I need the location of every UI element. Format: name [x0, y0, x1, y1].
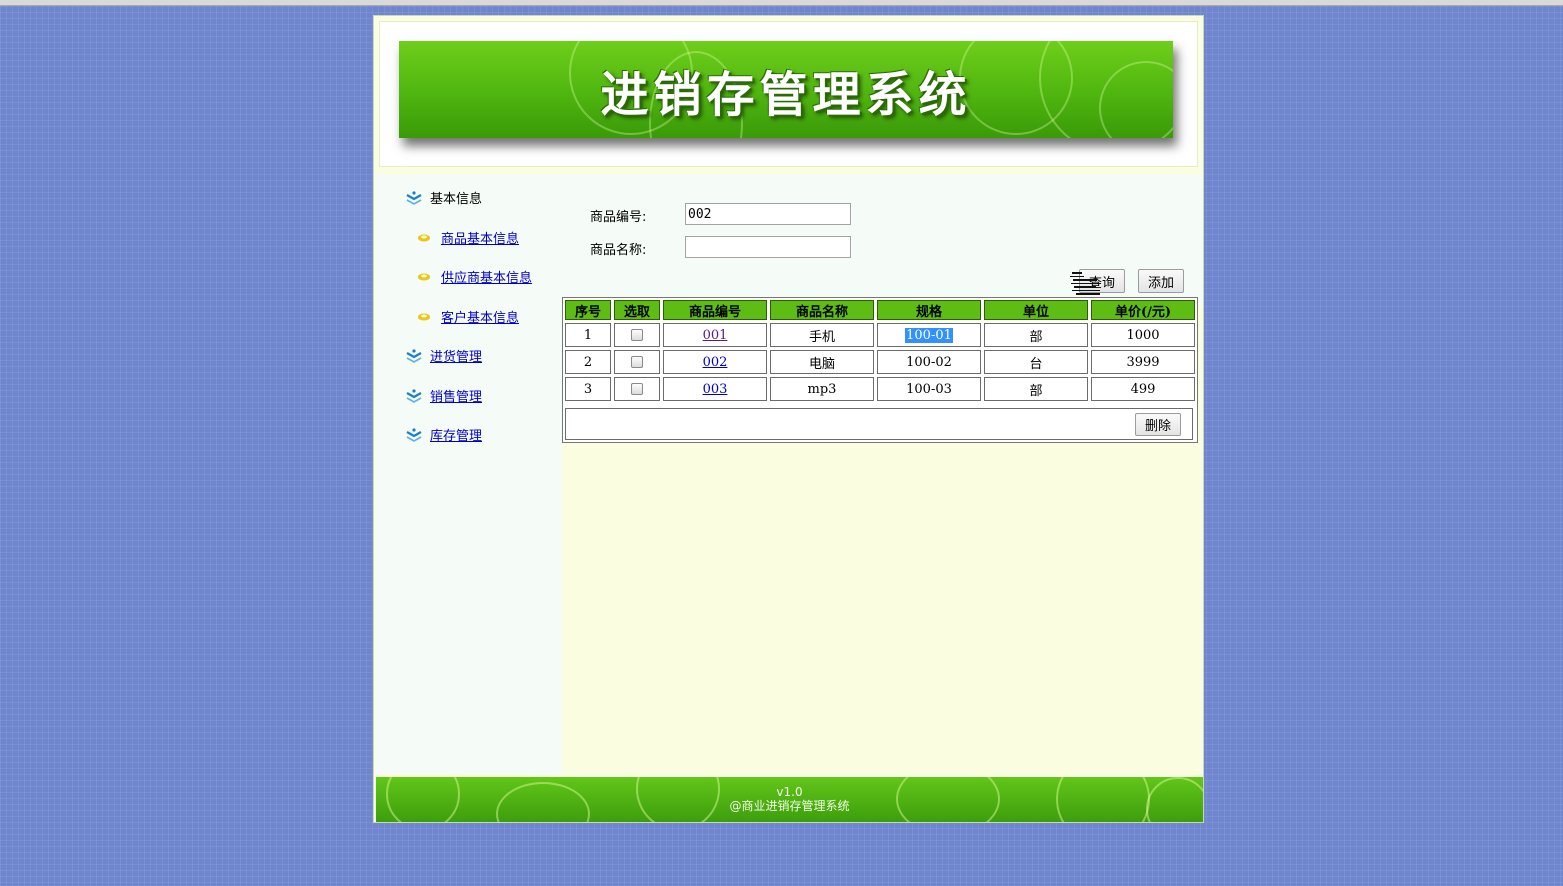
table-cell-select: [614, 350, 660, 374]
app-frame: 进销存管理系统 基本信息 商品基本信息 供应商基本信息 客户基本信息 进货管理: [373, 15, 1204, 823]
sidebar-item-product-info[interactable]: 商品基本信息: [417, 228, 519, 247]
sidebar-item-inventory[interactable]: 库存管理: [406, 425, 482, 444]
column-header-spec: 规格: [877, 300, 981, 320]
sidebar-section-basic: 基本信息: [406, 188, 482, 207]
sidebar-item-purchase-label[interactable]: 进货管理: [430, 346, 482, 365]
column-header-code: 商品编号: [663, 300, 767, 320]
table-cell-spec: 100-03: [877, 377, 981, 401]
column-header-unit: 单位: [984, 300, 1088, 320]
double-arrow-icon: [406, 190, 422, 205]
row-checkbox[interactable]: [631, 356, 643, 368]
product-name-input[interactable]: [685, 236, 851, 258]
product-code-input[interactable]: [685, 203, 851, 225]
footer-version: v1.0: [776, 785, 803, 799]
table-cell-unit: 台: [984, 350, 1088, 374]
delete-button[interactable]: 删除: [1135, 413, 1181, 436]
footer: v1.0 @商业进销存管理系统: [376, 777, 1203, 822]
banner: 进销存管理系统: [399, 41, 1173, 138]
product-code-link[interactable]: 001: [703, 328, 728, 343]
sidebar-item-inventory-label[interactable]: 库存管理: [430, 425, 482, 444]
sidebar-item-purchase[interactable]: 进货管理: [406, 346, 482, 365]
bullet-icon: [418, 234, 430, 241]
product-code-link[interactable]: 003: [703, 382, 728, 397]
table-cell-price: 499: [1091, 377, 1195, 401]
table-cell-index: 2: [565, 350, 611, 374]
sidebar-item-sales-label[interactable]: 销售管理: [430, 386, 482, 405]
table-cell-name: 电脑: [770, 350, 874, 374]
footer-copyright: @商业进销存管理系统: [729, 799, 850, 813]
row-checkbox[interactable]: [631, 329, 643, 341]
product-name-label: 商品名称:: [590, 243, 647, 258]
sidebar-section-basic-label: 基本信息: [430, 192, 483, 207]
browser-top-edge: [0, 0, 1563, 6]
banner-title: 进销存管理系统: [600, 66, 972, 123]
table-cell-select: [614, 377, 660, 401]
table-cell-unit: 部: [984, 323, 1088, 347]
selected-text: 100-01: [905, 327, 953, 343]
table-cell-index: 1: [565, 323, 611, 347]
table-cell-price: 3999: [1091, 350, 1195, 374]
table-cell-code: 003: [663, 377, 767, 401]
table-cell-name: 手机: [770, 323, 874, 347]
product-code-link[interactable]: 002: [703, 355, 728, 370]
bullet-icon: [418, 273, 430, 280]
table-cell-code: 001: [663, 323, 767, 347]
table-cell-index: 3: [565, 377, 611, 401]
column-header-select: 选取: [614, 300, 660, 320]
header-box: 进销存管理系统: [379, 21, 1198, 167]
sidebar-item-label[interactable]: 商品基本信息: [441, 228, 519, 247]
double-arrow-icon: [406, 348, 422, 363]
table-cell-unit: 部: [984, 377, 1088, 401]
table-cell-spec: 100-01: [877, 323, 981, 347]
table-footer-row: 删除: [565, 408, 1193, 440]
product-table: 序号 选取 商品编号 商品名称 规格 单位 单价(/元) 1 001 手机 10…: [562, 297, 1198, 443]
column-header-price: 单价(/元): [1091, 300, 1195, 320]
table-cell-price: 1000: [1091, 323, 1195, 347]
product-code-label: 商品编号:: [590, 210, 647, 225]
sidebar-item-customer-info[interactable]: 客户基本信息: [417, 307, 519, 326]
sidebar-item-label[interactable]: 客户基本信息: [441, 307, 519, 326]
add-button[interactable]: 添加: [1138, 269, 1184, 293]
sidebar-item-sales[interactable]: 销售管理: [406, 386, 482, 405]
double-arrow-icon: [406, 427, 422, 442]
sidebar-item-label[interactable]: 供应商基本信息: [441, 267, 532, 286]
column-header-name: 商品名称: [770, 300, 874, 320]
table-cell-name: mp3: [770, 377, 874, 401]
column-header-index: 序号: [565, 300, 611, 320]
table-cell-code: 002: [663, 350, 767, 374]
row-checkbox[interactable]: [631, 383, 643, 395]
main-content: 商品编号: 商品名称: 查询 添加 序号 选取 商品编号 商品名称 规格 单位 …: [562, 174, 1202, 774]
table-cell-spec: 100-02: [877, 350, 981, 374]
double-arrow-icon: [406, 388, 422, 403]
product-grid: 序号 选取 商品编号 商品名称 规格 单位 单价(/元) 1 001 手机 10…: [565, 300, 1195, 401]
table-cell-select: [614, 323, 660, 347]
sidebar-item-supplier-info[interactable]: 供应商基本信息: [417, 267, 532, 286]
bullet-icon: [418, 313, 430, 320]
sidebar: 基本信息 商品基本信息 供应商基本信息 客户基本信息 进货管理 销售管理 库存管…: [376, 174, 562, 774]
